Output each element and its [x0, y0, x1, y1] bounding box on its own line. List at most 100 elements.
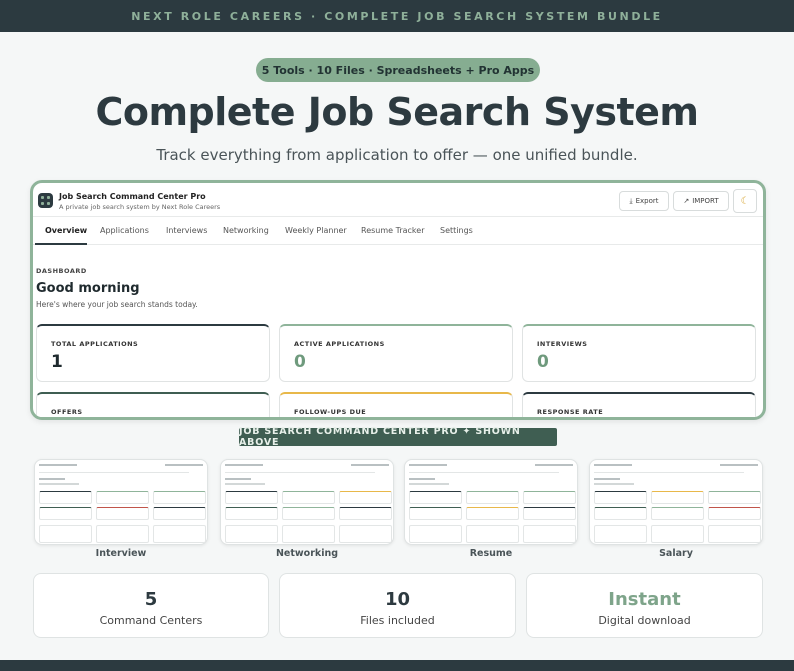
bundle-contents-pill: 5 Tools · 10 Files · Spreadsheets + Pro …: [256, 58, 540, 82]
thumbnail-resume[interactable]: [404, 459, 578, 545]
thumbnail-label: Salary: [659, 548, 693, 559]
card-label: RESPONSE RATE: [537, 408, 604, 416]
thumbnail-detail: [594, 472, 744, 473]
tab-resume-tracker[interactable]: Resume Tracker: [361, 226, 424, 235]
import-button[interactable]: ↗ IMPORT: [673, 191, 729, 211]
app-header: Job Search Command Center Pro A private …: [33, 183, 763, 217]
thumbnail-detail: [594, 525, 647, 543]
thumbnail-detail: [409, 507, 462, 520]
stat-card-interviews: INTERVIEWS 0: [522, 324, 756, 382]
theme-toggle-button[interactable]: ☾: [733, 189, 757, 213]
card-value: 0: [537, 352, 549, 372]
thumbnail-detail: [594, 483, 634, 485]
thumbnail-detail: [708, 525, 761, 543]
stat-value: 5: [144, 589, 158, 610]
thumbnail-detail: [225, 525, 278, 543]
thumbnail-detail: [282, 507, 335, 520]
card-label: OFFERS: [51, 408, 83, 416]
tab-interviews[interactable]: Interviews: [166, 226, 207, 235]
card-value: 0: [294, 352, 306, 372]
card-label: TOTAL APPLICATIONS: [51, 340, 139, 348]
thumbnail-detail: [535, 464, 573, 466]
stat-digital-download: Instant Digital download: [526, 573, 763, 638]
page-subtitle: Track everything from application to off…: [156, 146, 638, 164]
thumbnail-detail: [282, 491, 335, 504]
thumbnail-detail: [523, 507, 576, 520]
greeting-heading: Good morning: [36, 281, 140, 296]
stat-caption: Command Centers: [99, 614, 203, 627]
tab-applications[interactable]: Applications: [100, 226, 149, 235]
stat-command-centers: 5 Command Centers: [33, 573, 269, 638]
app-title: Job Search Command Center Pro: [59, 192, 206, 201]
tab-weekly-planner[interactable]: Weekly Planner: [285, 226, 347, 235]
tab-bar: Overview Applications Interviews Network…: [33, 217, 763, 245]
thumbnail-label: Interview: [95, 548, 147, 559]
tab-overview[interactable]: Overview: [45, 226, 87, 235]
thumbnail-detail: [523, 525, 576, 543]
thumbnail-detail: [225, 472, 375, 473]
thumbnail-interview[interactable]: [34, 459, 208, 545]
active-tab-indicator: [35, 243, 87, 245]
thumbnail-detail: [225, 491, 278, 504]
card-label: INTERVIEWS: [537, 340, 588, 348]
thumbnail-detail: [409, 525, 462, 543]
stat-card-offers: OFFERS: [36, 392, 270, 417]
stat-card-active-applications: ACTIVE APPLICATIONS 0: [279, 324, 513, 382]
thumbnail-label: Resume: [469, 548, 513, 559]
thumbnail-detail: [282, 525, 335, 543]
thumbnail-detail: [225, 507, 278, 520]
thumbnail-detail: [708, 491, 761, 504]
thumbnail-detail: [651, 507, 704, 520]
thumbnail-label: Networking: [275, 548, 339, 559]
thumbnail-detail: [39, 525, 92, 543]
thumbnail-detail: [225, 478, 251, 480]
thumbnail-detail: [39, 478, 65, 480]
tab-networking[interactable]: Networking: [223, 226, 269, 235]
import-label: IMPORT: [692, 197, 719, 205]
thumbnail-detail: [409, 478, 435, 480]
thumbnail-detail: [466, 507, 519, 520]
app-subtitle: A private job search system by Next Role…: [59, 203, 221, 211]
download-icon: ⤓: [629, 196, 633, 205]
thumbnail-detail: [466, 491, 519, 504]
thumbnail-detail: [351, 464, 389, 466]
stat-value: Instant: [608, 589, 681, 610]
thumbnail-detail: [651, 525, 704, 543]
stat-card-total-applications: TOTAL APPLICATIONS 1: [36, 324, 270, 382]
page-title: Complete Job Search System: [95, 90, 699, 134]
bottom-bar: [0, 660, 794, 671]
thumbnail-detail: [339, 525, 392, 543]
thumbnail-detail: [39, 507, 92, 520]
thumbnail-detail: [720, 464, 758, 466]
thumbnail-detail: [165, 464, 203, 466]
thumbnail-detail: [153, 525, 206, 543]
thumbnail-detail: [225, 464, 263, 466]
thumbnail-detail: [466, 525, 519, 543]
thumbnail-detail: [594, 507, 647, 520]
stat-card-follow-ups-due: FOLLOW-UPS DUE: [279, 392, 513, 417]
thumbnail-detail: [39, 472, 189, 473]
stat-value: 10: [384, 589, 411, 610]
thumbnail-detail: [39, 483, 79, 485]
section-label: DASHBOARD: [36, 267, 87, 275]
thumbnail-detail: [96, 507, 149, 520]
thumbnail-salary[interactable]: [589, 459, 763, 545]
thumbnail-detail: [96, 491, 149, 504]
thumbnail-detail: [96, 525, 149, 543]
thumbnail-detail: [409, 464, 447, 466]
thumbnail-detail: [409, 483, 449, 485]
tab-settings[interactable]: Settings: [440, 226, 473, 235]
thumbnail-detail: [409, 491, 462, 504]
thumbnail-detail: [339, 491, 392, 504]
thumbnail-networking[interactable]: [220, 459, 394, 545]
app-window: Job Search Command Center Pro A private …: [30, 180, 766, 420]
thumbnail-detail: [651, 491, 704, 504]
thumbnail-detail: [153, 507, 206, 520]
thumbnail-detail: [708, 507, 761, 520]
thumbnail-detail: [153, 491, 206, 504]
export-button[interactable]: ⤓ Export: [619, 191, 669, 211]
top-banner: NEXT ROLE CAREERS · COMPLETE JOB SEARCH …: [0, 0, 794, 32]
app-logo-icon: [38, 193, 53, 208]
stat-caption: Digital download: [598, 614, 691, 627]
thumbnail-detail: [523, 491, 576, 504]
